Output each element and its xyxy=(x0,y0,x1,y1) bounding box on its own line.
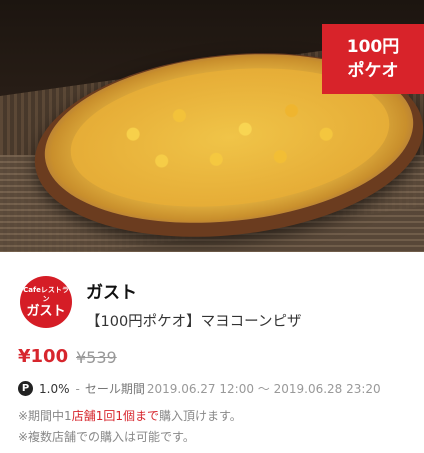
item-title: 【100円ポケオ】マヨコーンピザ xyxy=(86,314,302,330)
multi-store-note: ※複数店舗での購入は可能です。 xyxy=(18,430,195,444)
shop-logo-big-text: ガスト xyxy=(26,303,66,319)
promo-badge-line2: ポケオ xyxy=(347,61,399,81)
promo-badge: 100円 ポケオ xyxy=(322,24,424,94)
original-price: ¥539 xyxy=(76,348,117,367)
shop-logo[interactable]: Cafeレストラン ガスト xyxy=(20,276,72,328)
shop-logo-small-text: Cafeレストラン xyxy=(23,285,69,303)
product-image: 100円 ポケオ xyxy=(0,0,424,252)
note1-part-c: 1回 xyxy=(95,409,116,423)
separator: - xyxy=(75,381,80,396)
point-rate: 1.0% xyxy=(39,381,70,396)
sale-price: ¥100 xyxy=(18,346,69,367)
note1-part-e: 購入頂けます。 xyxy=(159,409,242,423)
note1-part-a: ※期間中1 xyxy=(18,409,72,423)
sale-meta: P 1.0% - セール期間 2019.06.27 12:00 ～ 2019.0… xyxy=(18,380,381,397)
promo-badge-line1: 100円 xyxy=(346,37,400,57)
note1-part-d: 1個まで xyxy=(115,409,159,423)
sale-period: 2019.06.27 12:00 ～ 2019.06.28 23:20 xyxy=(146,382,381,396)
point-icon: P xyxy=(18,381,33,396)
purchase-limit-note: ※期間中1店舗1回1個まで購入頂けます。 xyxy=(18,407,242,424)
shop-name[interactable]: ガスト xyxy=(86,278,137,303)
note1-part-b: 店舗 xyxy=(71,409,96,423)
sale-period-label: セール期間 xyxy=(84,382,145,396)
